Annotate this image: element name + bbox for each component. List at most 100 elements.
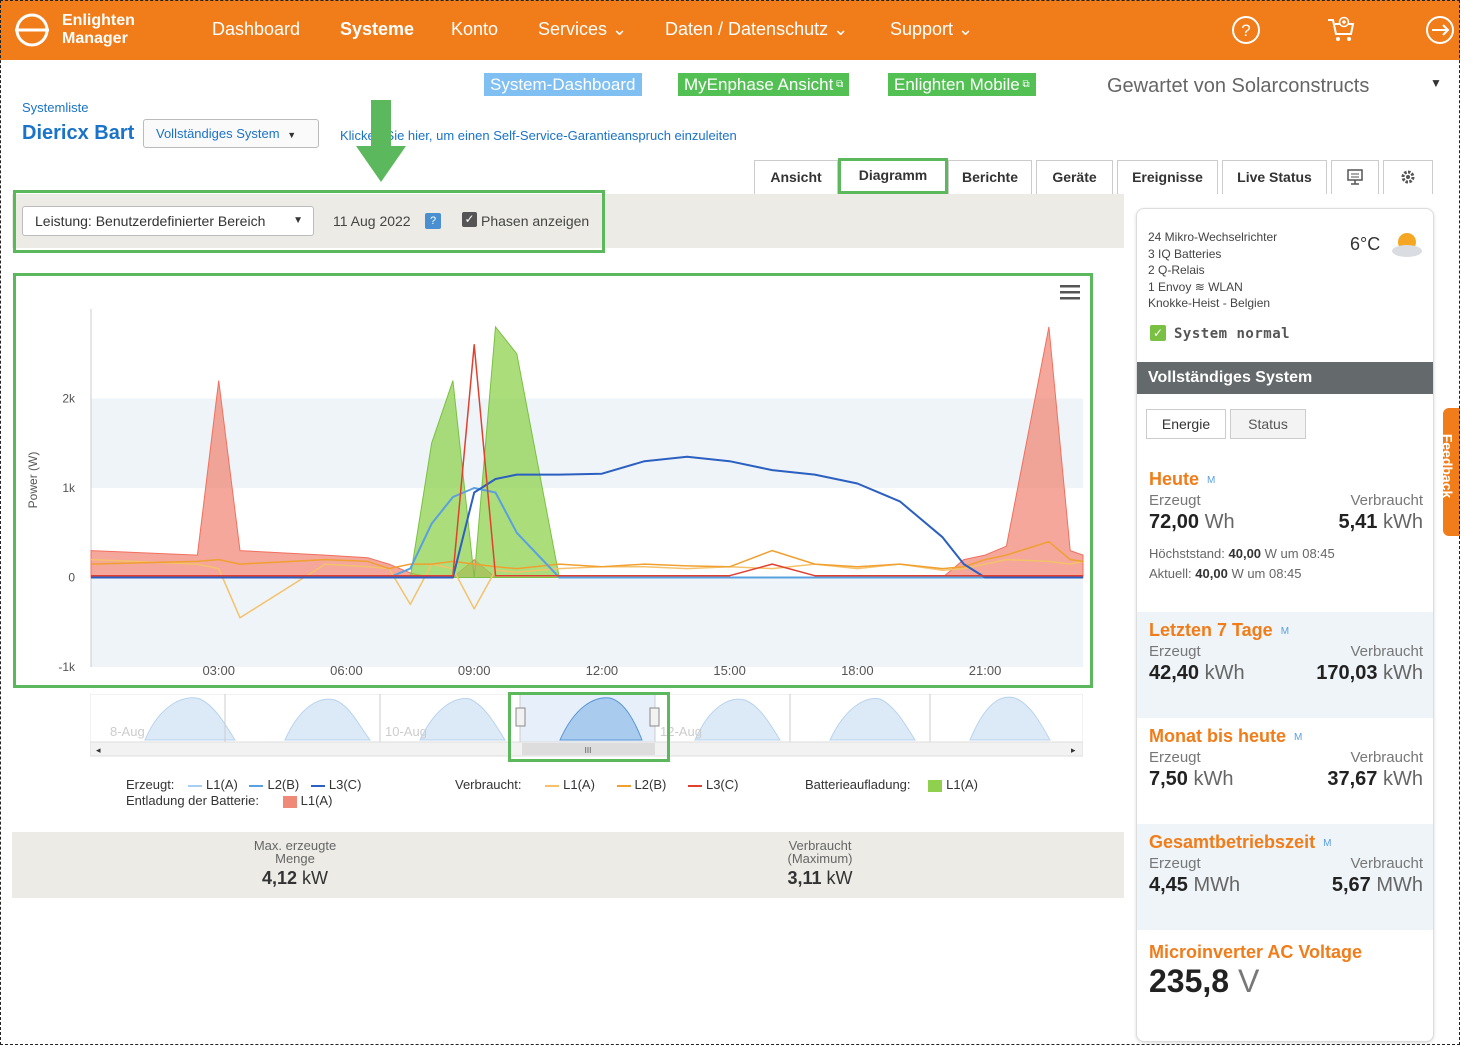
legend-battery-discharge-label: Entladung der Batterie: xyxy=(126,793,259,808)
system-summary-panel: 24 Mikro-Wechselrichter 3 IQ Batteries 2… xyxy=(1136,208,1434,1042)
tab-ansicht[interactable]: Ansicht xyxy=(754,160,838,194)
max-produced-label: Max. erzeugte Menge xyxy=(253,838,337,866)
x-tick-label: 18:00 xyxy=(841,663,874,678)
x-tick-label: 21:00 xyxy=(969,663,1002,678)
help-icon[interactable]: ? xyxy=(1230,14,1262,46)
legend-consumed: Verbraucht: L1(A) L2(B) L3(C) xyxy=(455,777,738,792)
cart-icon[interactable] xyxy=(1325,14,1357,46)
nav-services[interactable]: Services ⌄ xyxy=(538,19,627,40)
nav-daten-datenschutz[interactable]: Daten / Datenschutz ⌄ xyxy=(665,19,848,40)
tab-display[interactable] xyxy=(1331,160,1379,194)
controls-highlight xyxy=(13,190,605,253)
tab-energie[interactable]: Energie xyxy=(1146,409,1226,439)
navigator-label-10aug: 10-Aug xyxy=(385,724,427,739)
legend-item-produced-l2[interactable]: L2(B) xyxy=(249,777,299,792)
tab-diagramm[interactable]: Diagramm xyxy=(838,158,948,194)
legend-produced: Erzeugt: L1(A) L2(B) L3(C) xyxy=(126,777,361,792)
external-link-icon: ⧉ xyxy=(1019,79,1030,90)
system-scope-value: Vollständiges System xyxy=(156,126,280,141)
nav-systeme[interactable]: Systeme xyxy=(340,19,414,40)
system-name: Diericx Bart xyxy=(22,122,135,144)
section-last-7-days: Letzten 7 Tage M Erzeugt Verbraucht 42,40 … xyxy=(1137,612,1433,718)
navigator-label-8aug: 8-Aug xyxy=(110,724,145,739)
maintained-by: Gewartet von Solarconstructs xyxy=(1107,75,1370,97)
chart-menu-icon[interactable] xyxy=(1060,284,1080,300)
tab-settings[interactable] xyxy=(1383,160,1433,194)
stats-bar xyxy=(12,832,1124,898)
enlighten-mobile-link[interactable]: Enlighten Mobile ⧉ xyxy=(888,73,1036,96)
weather-sun-cloud-icon xyxy=(1392,233,1422,257)
y-tick-label: 0 xyxy=(68,571,75,585)
panel-header: Vollständiges System xyxy=(1137,362,1433,394)
system-scope-dropdown[interactable]: Vollständiges System ▼ xyxy=(143,119,319,148)
nav-support[interactable]: Support ⌄ xyxy=(890,19,973,40)
legend-item-produced-l3[interactable]: L3(C) xyxy=(310,777,361,792)
myenphase-link[interactable]: MyEnphase Ansicht ⧉ xyxy=(678,73,850,96)
max-produced-value: 4,12 kW xyxy=(261,868,329,888)
logo-line-1: Enlighten xyxy=(62,12,135,29)
tab-live-status[interactable]: Live Status xyxy=(1222,160,1327,194)
gear-icon xyxy=(1401,170,1415,184)
power-chart: -1k 0 1k 2k 03:00 06:00 09:00 12:00 15:00 18:00 2… xyxy=(26,309,1084,678)
x-tick-label: 06:00 xyxy=(330,663,363,678)
tab-geraete[interactable]: Geräte xyxy=(1036,160,1113,194)
legend-item-consumed-l1[interactable]: L1(A) xyxy=(545,777,595,792)
section-voltage: Microinverter AC Voltage 235,8 V xyxy=(1149,942,1363,999)
system-status: System normal xyxy=(1174,326,1291,342)
legend-item-consumed-l2[interactable]: L2(B) xyxy=(616,777,666,792)
temperature: 6°C xyxy=(1350,234,1381,254)
legend-item-consumed-l3[interactable]: L3(C) xyxy=(687,777,738,792)
logo-line-2: Manager xyxy=(62,30,128,47)
tab-berichte[interactable]: Berichte xyxy=(948,160,1032,194)
x-tick-label: 09:00 xyxy=(458,663,491,678)
nav-konto[interactable]: Konto xyxy=(451,19,498,40)
today-consumed: 5,41 kWh xyxy=(1338,511,1424,533)
wifi-icon: ≋ xyxy=(1194,279,1205,294)
max-consumed-label: Verbraucht (Maximum) xyxy=(787,838,853,866)
maintained-dropdown-icon[interactable]: ▼ xyxy=(1430,76,1442,90)
logout-icon[interactable] xyxy=(1422,14,1454,46)
legend-item-produced-l1[interactable]: L1(A) xyxy=(188,777,238,792)
legend-battery-discharge: Entladung der Batterie: L1(A) xyxy=(126,793,332,808)
top-navigation: Enlighten Manager Dashboard Systeme Kont… xyxy=(0,0,1460,60)
system-inventory: 24 Mikro-Wechselrichter 3 IQ Batteries 2… xyxy=(1148,230,1278,310)
max-consumed-value: 3,11 kW xyxy=(787,868,853,888)
y-axis-label: Power (W) xyxy=(26,452,40,509)
external-link-icon: ⧉ xyxy=(833,79,844,90)
caret-down-icon: ▼ xyxy=(287,130,297,140)
legend-battery-charge-label: Batterieaufladung: xyxy=(805,777,911,792)
today-produced: 72,00 Wh xyxy=(1149,511,1235,533)
y-tick-label: 2k xyxy=(62,392,76,406)
section-today: Heute M Erzeugt Verbraucht 72,00 Wh 5,41 kW… xyxy=(1149,469,1424,581)
section-month: Monat bis heute M Erzeugt Verbraucht 7,50 … xyxy=(1149,726,1423,790)
navigator-highlight xyxy=(508,692,670,762)
svg-text:?: ? xyxy=(1241,21,1250,40)
enlighten-mobile-label: Enlighten Mobile xyxy=(894,75,1020,94)
nav-dashboard[interactable]: Dashboard xyxy=(212,19,300,40)
scroll-left-icon[interactable]: ◂ xyxy=(96,745,101,755)
y-tick-label: 1k xyxy=(62,481,76,495)
legend-battery-charge: Batterieaufladung: L1(A) xyxy=(805,777,978,792)
legend-item-battery-charge-l1[interactable]: L1(A) xyxy=(928,777,978,792)
x-tick-label: 12:00 xyxy=(586,663,619,678)
section-lifetime: Gesamtbetriebszeit M Erzeugt Verbraucht 4,… xyxy=(1137,824,1433,930)
enlighten-logo-icon xyxy=(15,13,49,47)
breadcrumb-systemliste[interactable]: Systemliste xyxy=(22,100,88,115)
legend-item-battery-discharge-l1[interactable]: L1(A) xyxy=(282,793,332,808)
green-arrow-annotation xyxy=(356,100,406,182)
y-tick-label: -1k xyxy=(58,660,76,674)
system-dashboard-link[interactable]: System-Dashboard xyxy=(484,73,642,96)
x-tick-label: 03:00 xyxy=(202,663,235,678)
feedback-tab[interactable]: Feedback xyxy=(1439,408,1460,536)
enlighten-logo[interactable]: Enlighten Manager xyxy=(12,10,135,50)
scroll-right-icon[interactable]: ▸ xyxy=(1071,745,1076,755)
legend-produced-label: Erzeugt: xyxy=(126,777,175,792)
myenphase-label: MyEnphase Ansicht xyxy=(684,75,834,94)
monitor-icon xyxy=(1347,169,1363,185)
tab-status[interactable]: Status xyxy=(1230,409,1306,439)
tab-ereignisse[interactable]: Ereignisse xyxy=(1117,160,1218,194)
legend-consumed-label: Verbraucht: xyxy=(455,777,522,792)
chart-band xyxy=(91,577,1083,667)
x-tick-label: 15:00 xyxy=(713,663,746,678)
status-ok-icon: ✓ xyxy=(1150,325,1166,341)
